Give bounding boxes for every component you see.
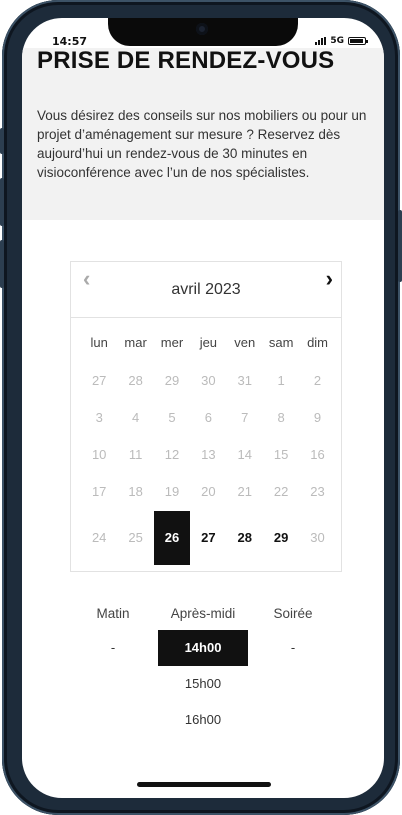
- calendar-day: 6: [204, 410, 212, 425]
- weekday-label: dim: [307, 335, 329, 350]
- calendar-day[interactable]: 29: [263, 511, 299, 565]
- calendar-day: 25: [128, 530, 143, 545]
- calendar-day: 15: [273, 447, 289, 462]
- battery-icon: [348, 37, 368, 45]
- notch: [108, 18, 298, 46]
- calendar-day: 29: [164, 373, 180, 388]
- calendar-day: 13: [201, 447, 216, 462]
- calendar-day[interactable]: 27: [190, 511, 226, 565]
- calendar-day: 30: [201, 373, 216, 388]
- chevron-right-icon[interactable]: ›: [326, 268, 333, 290]
- calendar-day: 7: [241, 410, 249, 425]
- weekday-label: lun: [90, 335, 108, 350]
- calendar-day: 21: [237, 484, 252, 499]
- home-indicator: [137, 782, 271, 787]
- calendar-grid: lun mar mer jeu ven sam dim 27 28 29 30 31 1 2 3 4 5 6 7 8 9…: [81, 324, 336, 565]
- network-label: 5G: [330, 36, 344, 46]
- calendar-day: 20: [201, 484, 216, 499]
- slot-column: Matin -: [68, 598, 158, 666]
- calendar-day: 27: [91, 373, 107, 388]
- weekday-label: mer: [160, 335, 184, 350]
- calendar-day: 24: [91, 530, 107, 545]
- signal-icon: [315, 37, 327, 45]
- phone-screen: PRISE DE RENDEZ-VOUS Vous désirez des co…: [22, 18, 384, 798]
- calendar-day: 9: [313, 410, 322, 425]
- weekday-label: ven: [234, 335, 256, 350]
- time-slot: -: [110, 640, 116, 655]
- calendar-day: 19: [164, 484, 180, 499]
- calendar-day: 28: [128, 373, 143, 388]
- calendar-day: 22: [273, 484, 289, 499]
- phone-frame: PRISE DE RENDEZ-VOUS Vous désirez des co…: [0, 0, 402, 815]
- calendar-day: 12: [164, 447, 180, 462]
- weekday-label: mar: [124, 335, 147, 350]
- calendar-divider: [71, 317, 341, 318]
- calendar-day: 2: [313, 373, 322, 388]
- side-button-volume-down: [0, 240, 4, 288]
- slot-column-header: Matin: [96, 606, 130, 621]
- side-button-volume-up: [0, 178, 4, 226]
- time-slot-selected[interactable]: 14h00: [158, 630, 248, 666]
- calendar-day: 8: [277, 410, 285, 425]
- slot-column: Après-midi 14h00 15h00 16h00: [158, 598, 248, 738]
- calendar-day[interactable]: 28: [227, 511, 263, 565]
- weekday-label: jeu: [199, 335, 218, 350]
- hero-section: PRISE DE RENDEZ-VOUS Vous désirez des co…: [22, 48, 384, 220]
- calendar-day: 4: [131, 410, 140, 425]
- calendar: ‹ avril 2023 › lun mar mer jeu ven sam dim 27 28…: [70, 261, 342, 572]
- status-indicators: 5G: [315, 36, 368, 46]
- calendar-day: 17: [91, 484, 107, 499]
- camera-icon: [196, 23, 208, 35]
- time-slot: -: [290, 640, 296, 655]
- calendar-day: 3: [95, 410, 103, 425]
- slot-column-header: Après-midi: [170, 606, 236, 621]
- calendar-day: 31: [237, 373, 252, 388]
- calendar-day: 5: [168, 410, 176, 425]
- slot-column: Soirée -: [248, 598, 338, 666]
- time-slot[interactable]: 15h00: [158, 666, 248, 702]
- side-button-silent: [0, 128, 4, 154]
- calendar-day: 14: [237, 447, 252, 462]
- side-button-power: [398, 210, 402, 282]
- calendar-day: 18: [128, 484, 143, 499]
- status-time: 14:57: [52, 35, 88, 48]
- calendar-day: 30: [310, 530, 325, 545]
- calendar-month-label: avril 2023: [171, 281, 241, 298]
- calendar-day: 1: [277, 373, 285, 388]
- calendar-day: 23: [310, 484, 325, 499]
- page-description: Vous désirez des conseils sur nos mobili…: [37, 108, 367, 180]
- weekday-label: sam: [268, 335, 294, 350]
- calendar-day: 10: [91, 447, 107, 462]
- calendar-day-selected[interactable]: 26: [153, 511, 191, 565]
- time-slot[interactable]: 16h00: [158, 702, 248, 738]
- page-title: PRISE DE RENDEZ-VOUS: [37, 47, 335, 74]
- calendar-header: ‹ avril 2023 ›: [71, 262, 341, 317]
- calendar-day: 16: [310, 447, 325, 462]
- slot-column-header: Soirée: [273, 606, 313, 621]
- calendar-day: 11: [128, 447, 143, 462]
